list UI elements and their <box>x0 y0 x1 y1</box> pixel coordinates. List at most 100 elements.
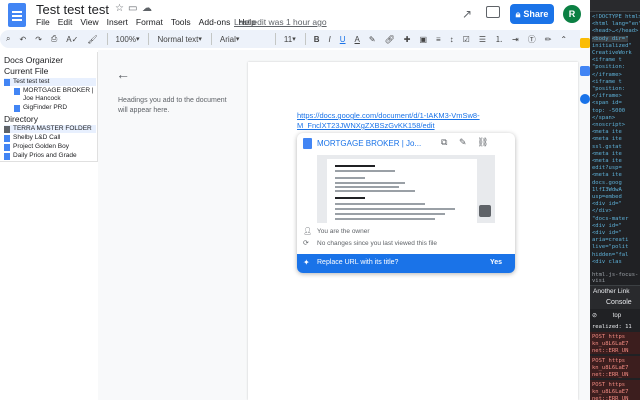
dom-node-line[interactable]: docs.goog <box>592 180 622 186</box>
contacts-icon[interactable] <box>580 94 590 104</box>
edit-link-icon[interactable]: ✎ <box>459 137 467 148</box>
menu-edit[interactable]: Edit <box>58 17 73 27</box>
dom-node-line[interactable]: top: -5000 <box>592 108 625 114</box>
expand-preview-icon[interactable] <box>479 205 491 217</box>
dom-node-line[interactable]: edit?usp= <box>592 165 622 171</box>
spellcheck-icon[interactable]: A✓ <box>66 35 78 44</box>
dom-node-line[interactable]: <noscript> <box>592 122 625 128</box>
dom-node-line[interactable]: aria=creati <box>592 237 628 243</box>
organizer-item[interactable]: GigFinder PRD <box>14 104 96 112</box>
dom-node-line[interactable]: <span id= <box>592 100 622 106</box>
dom-node-line[interactable]: <meta ite <box>592 136 622 142</box>
move-folder-icon[interactable]: ▭ <box>128 3 137 14</box>
star-icon[interactable]: ☆ <box>115 3 124 14</box>
bold-icon[interactable]: B <box>314 35 320 44</box>
menu-tools[interactable]: Tools <box>171 17 191 27</box>
organizer-item[interactable]: TERRA MASTER FOLDER <box>4 125 96 133</box>
dom-node-line[interactable]: "position: <box>592 86 625 92</box>
remove-link-icon[interactable]: ⛓︎ <box>477 137 488 148</box>
insert-link-icon[interactable]: 🔗︎ <box>385 35 395 44</box>
dom-node-line[interactable]: </span> <box>592 115 615 121</box>
console-tab[interactable]: Console <box>606 299 632 306</box>
dom-node-line[interactable]: CreativeWork <box>592 50 632 56</box>
dom-node-line[interactable]: <meta ite <box>592 129 622 135</box>
document-title[interactable]: Test test test <box>36 2 109 17</box>
back-arrow-icon[interactable]: ← <box>116 66 130 82</box>
align-icon[interactable]: ≡ <box>436 35 441 44</box>
docs-logo-icon[interactable] <box>8 3 26 27</box>
dom-node-line[interactable]: <div id=" <box>592 230 622 236</box>
tasks-icon[interactable] <box>580 66 590 76</box>
print-icon[interactable]: ⎙ <box>51 34 57 44</box>
organizer-item[interactable]: Project Golden Boy <box>4 143 96 151</box>
dom-node-line[interactable]: live="polit <box>592 244 628 250</box>
dom-node-line[interactable]: initialized" <box>592 43 632 49</box>
organizer-item[interactable]: Daily Prios and Grade <box>4 152 96 160</box>
dom-node-line[interactable]: <html lang="en" <box>592 21 640 27</box>
dom-node-line[interactable]: 1lfI3WdwA <box>592 187 622 193</box>
cloud-saved-icon[interactable]: ☁ <box>142 3 152 14</box>
menu-format[interactable]: Format <box>136 17 163 27</box>
linked-doc-title[interactable]: MORTGAGE BROKER | Jo... <box>317 139 421 148</box>
dom-node-line[interactable]: <meta ite <box>592 151 622 157</box>
dom-node-line[interactable]: <div clas <box>592 259 622 265</box>
menu-view[interactable]: View <box>80 17 98 27</box>
indent-icon[interactable]: ⇥ <box>512 35 519 44</box>
dom-node-line[interactable]: <div id=" <box>592 201 622 207</box>
font-size-select[interactable]: 11 <box>284 35 296 44</box>
dom-node-line[interactable]: <iframe t <box>592 57 622 63</box>
dom-node-line[interactable]: usp=embed <box>592 194 622 200</box>
dom-node-line[interactable]: <!DOCTYPE html> <box>592 14 640 20</box>
clear-formatting-icon[interactable]: Ⓣ <box>528 34 536 45</box>
organizer-item[interactable]: Test test test <box>4 78 96 86</box>
doc-thumbnail[interactable] <box>317 155 495 223</box>
line-spacing-icon[interactable]: ↕ <box>450 35 454 44</box>
menu-insert[interactable]: Insert <box>107 17 128 27</box>
dom-node-line[interactable]: <meta ite <box>592 158 622 164</box>
dom-node-line[interactable]: "position: <box>592 64 625 70</box>
add-comment-icon[interactable]: ✚ <box>404 35 411 44</box>
search-menus-icon[interactable]: ⌕ <box>6 34 10 44</box>
last-edit-link[interactable]: Last edit was 1 hour ago <box>234 17 327 27</box>
paint-format-icon[interactable]: 🖌︎ <box>87 35 97 44</box>
checklist-icon[interactable]: ☑ <box>463 35 470 44</box>
highlight-icon[interactable]: ✎ <box>369 35 376 44</box>
dom-node-line[interactable]: <body dir=" <box>592 35 629 42</box>
menu-file[interactable]: File <box>36 17 50 27</box>
keep-icon[interactable] <box>580 38 590 48</box>
dom-node-line[interactable]: ssl.gstat <box>592 144 622 150</box>
italic-icon[interactable]: I <box>329 35 331 44</box>
organizer-item[interactable]: MORTGAGE BROKER | Joe Hancock <box>14 87 96 103</box>
devtools-breadcrumb[interactable]: html.js-focus-visi <box>592 272 640 284</box>
context-select[interactable]: ⊘ top <box>592 312 621 319</box>
text-color-icon[interactable]: A <box>355 35 360 44</box>
dom-node-line[interactable]: "docs-mater <box>592 216 628 222</box>
dom-node-line[interactable]: </div> <box>592 208 612 214</box>
editing-mode-icon[interactable]: ✏ <box>545 35 552 44</box>
document-link[interactable]: https://docs.google.com/document/d/1-IAK… <box>297 111 581 131</box>
activity-trend-icon[interactable]: ↗ <box>462 7 472 21</box>
account-avatar[interactable]: R <box>563 5 581 23</box>
numbered-list-icon[interactable]: ⒈ <box>495 34 503 45</box>
organizer-item[interactable]: Shelby L&D Call <box>4 134 96 142</box>
style-select[interactable]: Normal text <box>157 35 201 44</box>
share-button[interactable]: 🔒︎ Share <box>510 4 554 24</box>
zoom-select[interactable]: 100% <box>116 35 140 44</box>
dom-node-line[interactable]: <head>…</head> <box>592 28 638 34</box>
dom-node-line[interactable]: <iframe t <box>592 79 622 85</box>
collapse-toolbar-icon[interactable]: ⌃ <box>560 35 567 44</box>
insert-image-icon[interactable]: ▣ <box>419 35 427 44</box>
dom-node-line[interactable]: </iframe> <box>592 72 622 78</box>
replace-yes-button[interactable]: Yes <box>490 259 502 266</box>
undo-icon[interactable]: ↶ <box>19 35 26 44</box>
font-select[interactable]: Arial <box>220 35 266 44</box>
dom-node-line[interactable]: hidden="fal <box>592 252 628 258</box>
bulleted-list-icon[interactable]: ☰ <box>479 35 486 44</box>
redo-icon[interactable]: ↷ <box>35 35 42 44</box>
underline-icon[interactable]: U <box>340 35 346 44</box>
dom-node-line[interactable]: </iframe> <box>592 93 622 99</box>
copy-link-icon[interactable]: ⧉ <box>441 137 447 148</box>
menu-addons[interactable]: Add-ons <box>199 17 231 27</box>
comment-history-icon[interactable] <box>486 6 500 18</box>
dom-node-line[interactable]: <div id=" <box>592 223 622 229</box>
